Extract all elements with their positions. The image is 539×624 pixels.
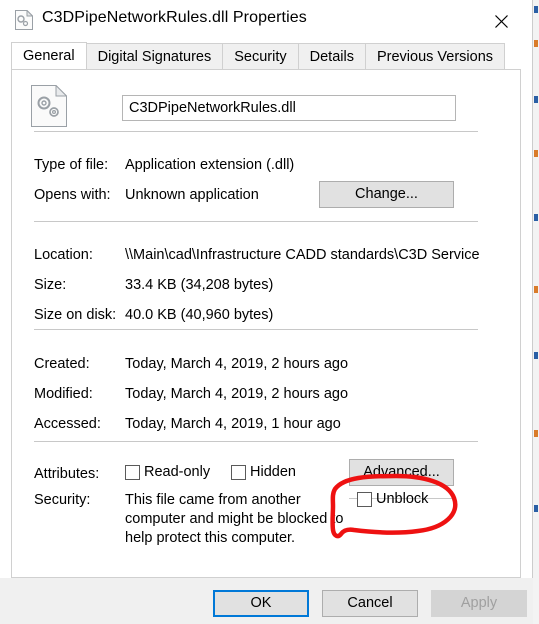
background-tick xyxy=(534,40,538,47)
tab-previous-versions[interactable]: Previous Versions xyxy=(364,43,506,69)
background-tick xyxy=(534,150,538,157)
separator xyxy=(34,441,478,442)
tab-security[interactable]: Security xyxy=(222,43,299,69)
background-tick xyxy=(534,96,538,103)
file-properties-dialog: C3DPipeNetworkRules.dll Properties Gener… xyxy=(0,0,533,624)
dll-gear-document-icon xyxy=(31,84,68,127)
property-row-accessed: Accessed: Today, March 4, 2019, 1 hour a… xyxy=(12,416,520,434)
property-label: Location: xyxy=(34,247,93,263)
unblock-label: Unblock xyxy=(376,491,429,507)
window-title: C3DPipeNetworkRules.dll Properties xyxy=(42,9,307,26)
property-row-size-on-disk: Size on disk: 40.0 KB (40,960 bytes) xyxy=(12,307,520,325)
property-label: Size: xyxy=(34,277,67,293)
tab-details[interactable]: Details xyxy=(297,43,366,69)
background-window-edge xyxy=(532,0,539,624)
background-tick xyxy=(534,505,538,512)
checkbox-box xyxy=(125,464,140,480)
checkbox-box xyxy=(357,491,372,507)
property-value: Application extension (.dll) xyxy=(125,157,295,173)
property-row-created: Created: Today, March 4, 2019, 2 hours a… xyxy=(12,356,520,374)
tab-digital-signatures[interactable]: Digital Signatures xyxy=(85,43,224,69)
dll-file-icon xyxy=(15,9,34,30)
separator xyxy=(34,131,478,132)
attributes-label: Attributes: xyxy=(34,466,100,482)
property-value: Today, March 4, 2019, 1 hour ago xyxy=(125,416,341,432)
separator xyxy=(34,221,478,222)
change-button[interactable]: Change... xyxy=(319,181,454,208)
property-label: Size on disk: xyxy=(34,307,117,323)
property-row-location: Location: \\Main\cad\Infrastructure CADD… xyxy=(12,247,520,265)
hidden-checkbox[interactable]: Hidden xyxy=(231,464,296,480)
property-value: 40.0 KB (40,960 bytes) xyxy=(125,307,274,323)
property-value: Unknown application xyxy=(125,187,259,203)
tab-general[interactable]: General xyxy=(11,42,87,69)
hidden-label: Hidden xyxy=(250,464,296,480)
read-only-checkbox[interactable]: Read-only xyxy=(125,464,210,480)
read-only-label: Read-only xyxy=(144,464,211,480)
tab-strip: General Digital Signatures Security Deta… xyxy=(11,42,520,69)
property-row-size: Size: 33.4 KB (34,208 bytes) xyxy=(12,277,520,295)
file-header-row xyxy=(12,70,520,132)
apply-button: Apply xyxy=(431,590,527,617)
checkbox-box xyxy=(231,464,246,480)
advanced-button[interactable]: Advanced... xyxy=(349,459,454,486)
separator xyxy=(34,329,478,330)
background-tick xyxy=(534,214,538,221)
property-label: Accessed: xyxy=(34,416,101,432)
property-label: Modified: xyxy=(34,386,93,402)
cancel-button[interactable]: Cancel xyxy=(322,590,418,617)
property-label: Type of file: xyxy=(34,157,109,173)
property-value: \\Main\cad\Infrastructure CADD standards… xyxy=(125,247,480,263)
property-row-modified: Modified: Today, March 4, 2019, 2 hours … xyxy=(12,386,520,404)
background-tick xyxy=(534,6,538,13)
title-bar: C3DPipeNetworkRules.dll Properties xyxy=(0,0,532,42)
dialog-button-bar: OK Cancel Apply xyxy=(0,578,533,624)
security-label: Security: xyxy=(34,492,91,508)
background-tick xyxy=(534,286,538,293)
background-tick xyxy=(534,430,538,437)
property-value: 33.4 KB (34,208 bytes) xyxy=(125,277,274,293)
security-description: This file came from another computer and… xyxy=(125,492,344,546)
close-icon[interactable] xyxy=(478,0,524,42)
property-label: Opens with: xyxy=(34,187,111,203)
ok-button[interactable]: OK xyxy=(213,590,309,617)
property-value: Today, March 4, 2019, 2 hours ago xyxy=(125,386,349,402)
property-value: Today, March 4, 2019, 2 hours ago xyxy=(125,356,349,372)
background-tick xyxy=(534,352,538,359)
general-tab-panel: Type of file: Application extension (.dl… xyxy=(11,69,521,578)
property-label: Created: xyxy=(34,356,90,372)
unblock-checkbox[interactable]: Unblock xyxy=(357,491,428,507)
file-name-input[interactable] xyxy=(122,95,456,121)
property-row-type-of-file: Type of file: Application extension (.dl… xyxy=(12,157,520,175)
